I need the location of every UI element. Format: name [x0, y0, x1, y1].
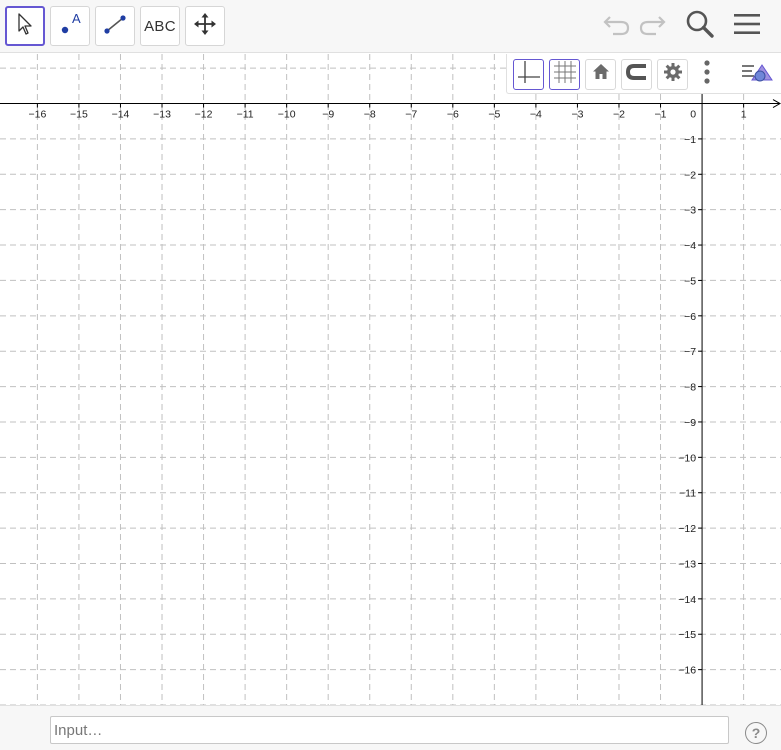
algebra-view-toggle-button[interactable] — [740, 59, 778, 90]
y-tick-label: −5 — [684, 275, 696, 287]
x-tick-label: −6 — [447, 109, 459, 121]
pointer-arrow-icon — [15, 12, 35, 41]
y-axis-tick-labels: −1 −2 −3 −4 −5 −6 −7 −8 −9 −10 −11 −12 −13 −14 −15 −16 — [678, 134, 696, 677]
x-tick-label: −10 — [278, 109, 296, 121]
axes-toggle-button[interactable] — [513, 59, 544, 90]
algebra-input-field[interactable] — [50, 716, 729, 744]
axes — [0, 54, 781, 705]
menu-icon — [732, 11, 762, 42]
x-tick-label: −4 — [530, 109, 542, 121]
algebra-view-toggle-icon — [741, 59, 777, 90]
y-tick-label: −9 — [684, 417, 696, 429]
graphics-view[interactable]: −16 −15 −14 −13 −12 −11 −10 −9 −8 −7 −6 −5 −4 −3 −2 −1 0… — [0, 54, 781, 705]
input-help-button[interactable]: ? — [745, 722, 767, 744]
redo-icon — [638, 11, 668, 42]
grid-toggle-button[interactable] — [549, 59, 580, 90]
help-icon: ? — [751, 725, 761, 741]
x-axis-tick-labels: −16 −15 −14 −13 −12 −11 −10 −9 −8 −7 −6 −5 −4 −3 −2 −1 0… — [28, 109, 746, 121]
y-tick-label: −11 — [679, 488, 696, 500]
y-tick-label: −7 — [684, 346, 696, 358]
undo-button[interactable] — [598, 8, 634, 44]
x-tick-label: −2 — [613, 109, 625, 121]
grid-toggle-icon — [552, 59, 578, 90]
graphics-settings-button[interactable] — [657, 59, 688, 90]
x-tick-label: −15 — [70, 109, 88, 121]
more-options-button[interactable] — [699, 59, 715, 90]
undo-icon — [601, 11, 631, 42]
segment-icon — [100, 9, 130, 44]
x-tick-label: 1 — [741, 109, 747, 121]
point-icon-letter: A — [72, 11, 81, 26]
text-tool-button[interactable]: ABC — [140, 6, 180, 46]
redo-button[interactable] — [635, 8, 671, 44]
y-tick-label: −15 — [678, 629, 696, 641]
x-tick-label: −5 — [488, 109, 500, 121]
x-tick-label: −8 — [364, 109, 376, 121]
y-tick-label: −10 — [678, 452, 696, 464]
standard-view-button[interactable] — [585, 59, 616, 90]
point-tool-button[interactable]: A — [50, 6, 90, 46]
x-tick-label: −12 — [195, 109, 213, 121]
magnet-icon — [625, 62, 649, 87]
x-tick-label: −3 — [571, 109, 583, 121]
move-graphics-view-button[interactable] — [185, 6, 225, 46]
point-icon: A — [55, 9, 85, 44]
x-tick-label: −9 — [322, 109, 334, 121]
point-capturing-button[interactable] — [621, 59, 652, 90]
main-menu-button[interactable] — [729, 8, 765, 44]
y-tick-label: −1 — [684, 134, 696, 146]
y-tick-label: −14 — [678, 594, 696, 606]
grid-lines — [0, 54, 781, 705]
x-tick-label: −13 — [153, 109, 171, 121]
search-icon — [685, 9, 715, 44]
x-tick-label: −1 — [655, 109, 667, 121]
y-tick-label: −12 — [678, 523, 696, 535]
input-bar: ? — [0, 705, 781, 750]
graphics-style-bar — [506, 54, 781, 94]
x-tick-label: −14 — [112, 109, 130, 121]
y-tick-label: −16 — [678, 665, 696, 677]
coordinate-plane[interactable]: −16 −15 −14 −13 −12 −11 −10 −9 −8 −7 −6 −5 −4 −3 −2 −1 0… — [0, 54, 781, 705]
more-vertical-icon — [704, 59, 710, 90]
y-tick-label: −3 — [684, 205, 696, 217]
y-tick-label: −4 — [684, 240, 696, 252]
gear-icon — [663, 62, 683, 87]
toolbar: A ABC — [0, 0, 781, 53]
y-tick-label: −13 — [678, 558, 696, 570]
move-tool-button[interactable] — [5, 6, 45, 46]
search-button[interactable] — [682, 8, 718, 44]
home-icon — [591, 62, 611, 87]
y-tick-label: −6 — [684, 311, 696, 323]
x-tick-label: −7 — [405, 109, 417, 121]
x-tick-label: 0 — [690, 109, 696, 121]
x-tick-label: −16 — [28, 109, 46, 121]
axes-toggle-icon — [516, 59, 542, 90]
move-arrows-icon — [193, 12, 217, 41]
text-tool-label: ABC — [144, 17, 176, 35]
x-tick-label: −11 — [237, 109, 254, 121]
geogebra-app: A ABC −16 −15 −14 −13 −12 −11 −10 −9 −8 … — [0, 0, 781, 750]
y-tick-label: −2 — [684, 169, 696, 181]
y-tick-label: −8 — [684, 382, 696, 394]
segment-tool-button[interactable] — [95, 6, 135, 46]
